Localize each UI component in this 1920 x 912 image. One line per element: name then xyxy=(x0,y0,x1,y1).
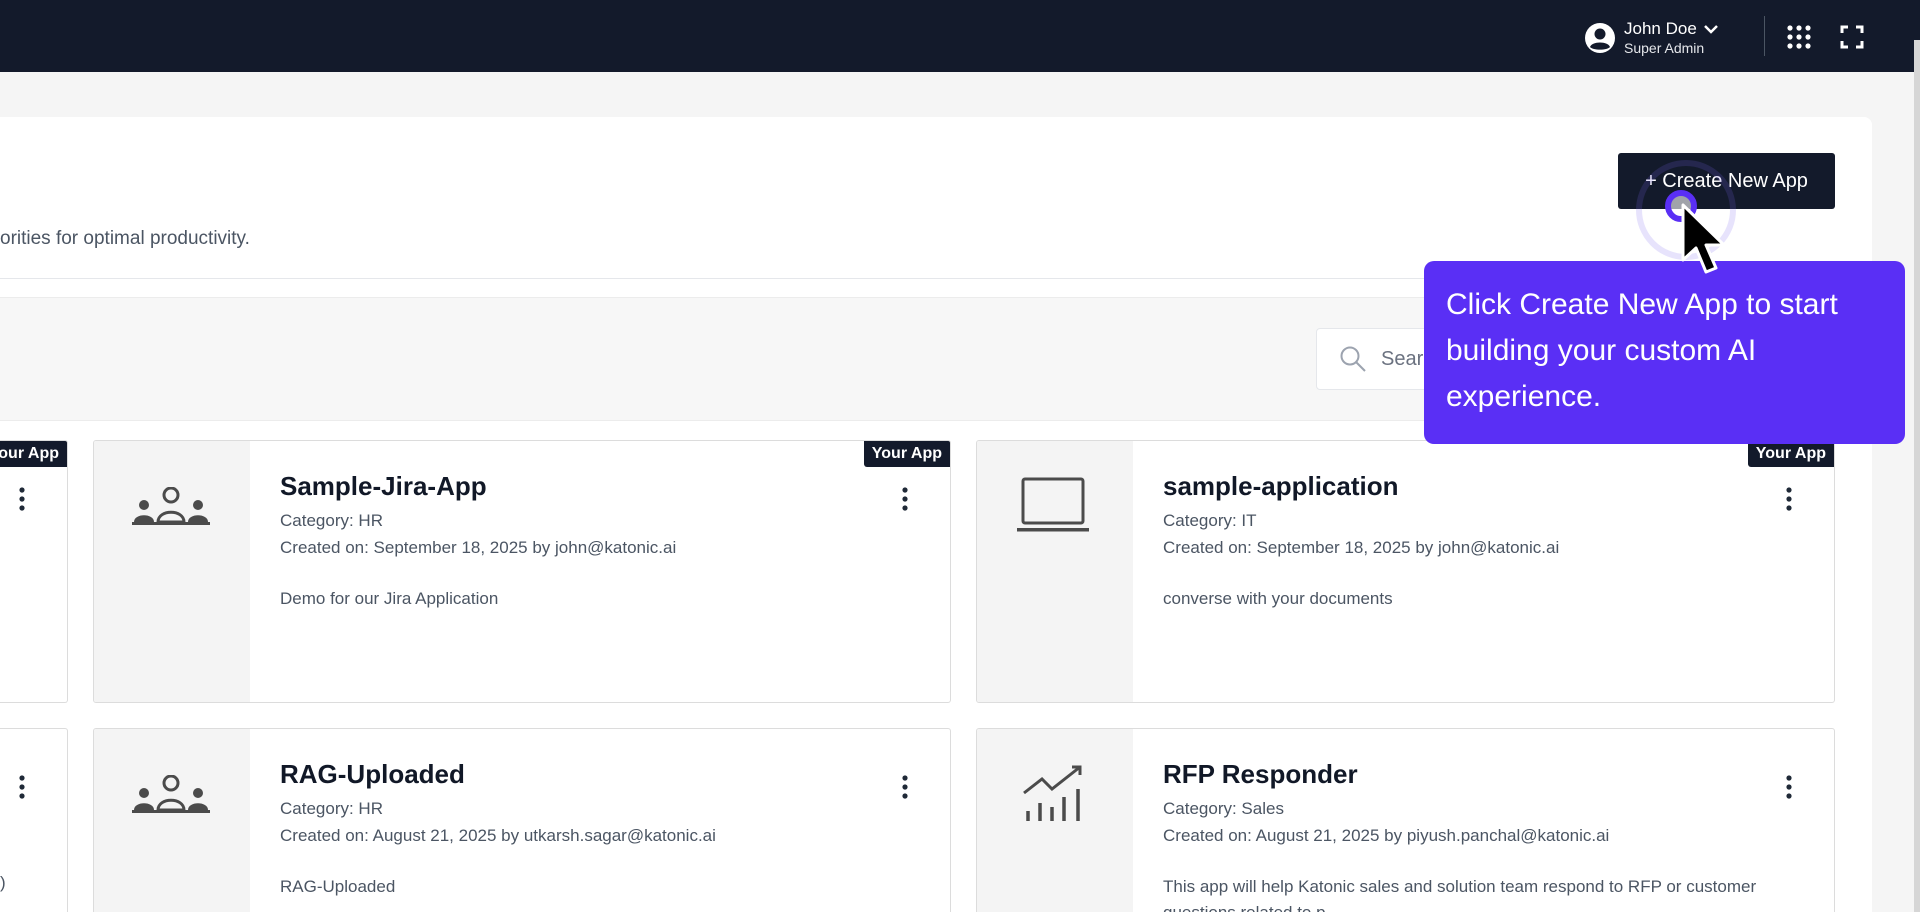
card-created-info: Created on: September 18, 2025 by john@k… xyxy=(280,538,677,557)
more-options-icon[interactable] xyxy=(1786,775,1792,799)
more-options-icon[interactable] xyxy=(19,487,25,511)
apps-grid-icon[interactable] xyxy=(1786,24,1812,50)
card-description: This app will help Katonic sales and sol… xyxy=(1163,877,1757,896)
card-category: Category: HR xyxy=(280,799,383,818)
partial-app-card[interactable]: our App xyxy=(0,440,68,703)
chart-growth-icon xyxy=(1023,765,1082,821)
laptop-icon xyxy=(1017,477,1089,532)
people-group-icon xyxy=(132,487,210,525)
card-category: Category: HR xyxy=(280,511,383,530)
app-card[interactable]: Your App Sample-Jira-App Category: HR Cr… xyxy=(93,440,951,703)
scrollbar[interactable] xyxy=(1914,40,1920,912)
user-role: Super Admin xyxy=(1624,40,1705,56)
card-description-line2: questions related to p xyxy=(1163,903,1326,912)
app-card[interactable]: RAG-Uploaded Category: HR Created on: Au… xyxy=(93,728,951,912)
card-description: Demo for our Jira Application xyxy=(280,589,499,608)
card-icon-panel xyxy=(977,441,1133,702)
card-category: Category: Sales xyxy=(1163,799,1284,818)
more-options-icon[interactable] xyxy=(902,775,908,799)
card-title[interactable]: RAG-Uploaded xyxy=(280,759,465,790)
user-name: John Doe xyxy=(1624,19,1697,38)
app-card[interactable]: RFP Responder Category: Sales Created on… xyxy=(976,728,1835,912)
card-category: Category: IT xyxy=(1163,511,1257,530)
card-icon-panel xyxy=(977,729,1133,912)
more-options-icon[interactable] xyxy=(19,775,25,799)
fullscreen-icon[interactable] xyxy=(1840,25,1864,49)
more-options-icon[interactable] xyxy=(902,487,908,511)
card-title[interactable]: Sample-Jira-App xyxy=(280,471,487,502)
mouse-pointer-icon xyxy=(1681,203,1726,274)
partial-app-card[interactable]: ) xyxy=(0,728,68,912)
header-divider xyxy=(1764,16,1765,56)
page-subtitle: orities for optimal productivity. xyxy=(0,228,250,249)
walkthrough-tooltip: Click Create New App to start building y… xyxy=(1424,261,1905,444)
more-options-icon[interactable] xyxy=(1786,487,1792,511)
card-created-info: Created on: August 21, 2025 by piyush.pa… xyxy=(1163,826,1610,845)
card-description-fragment: ) xyxy=(0,873,6,892)
app-card[interactable]: Your App sample-application Category: IT… xyxy=(976,440,1835,703)
card-description: RAG-Uploaded xyxy=(280,877,396,896)
user-avatar-icon xyxy=(1585,22,1615,53)
card-icon-panel xyxy=(94,729,250,912)
your-app-badge: Your App xyxy=(1747,441,1834,467)
card-created-info: Created on: September 18, 2025 by john@k… xyxy=(1163,538,1560,557)
people-group-icon xyxy=(132,775,210,813)
your-app-badge: Your App xyxy=(863,441,950,467)
user-menu[interactable]: John Doe Super Admin xyxy=(1584,18,1719,57)
your-app-badge: our App xyxy=(0,441,67,467)
card-title[interactable]: sample-application xyxy=(1163,471,1399,502)
card-icon-panel xyxy=(94,441,250,702)
chevron-down-icon xyxy=(1703,24,1718,34)
search-icon xyxy=(1340,346,1366,372)
card-description: converse with your documents xyxy=(1163,589,1393,608)
card-created-info: Created on: August 21, 2025 by utkarsh.s… xyxy=(280,826,716,845)
card-title[interactable]: RFP Responder xyxy=(1163,759,1358,790)
